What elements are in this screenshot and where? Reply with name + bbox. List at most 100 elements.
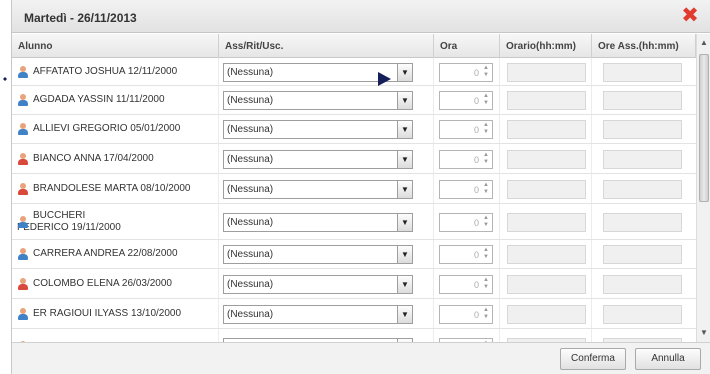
header-ora[interactable]: Ora <box>434 34 500 58</box>
cell-ore-ass <box>592 86 696 114</box>
spinner-arrows-icon[interactable]: ▲▼ <box>481 307 491 322</box>
ora-stepper[interactable]: 0 ▲▼ <box>439 180 493 199</box>
dialog-title: Martedì - 26/11/2013 <box>24 11 137 25</box>
student-name: BRANDOLESE MARTA 08/10/2000 <box>33 182 191 194</box>
table-row: ER RAGIOUI ILYASS 13/10/2000 (Nessuna) ▼… <box>12 299 696 329</box>
ora-stepper[interactable]: 0 ▲▼ <box>439 245 493 264</box>
ora-stepper[interactable]: 0 ▲▼ <box>439 63 493 82</box>
ora-stepper[interactable]: 0 ▲▼ <box>439 91 493 110</box>
cell-orario <box>500 204 592 239</box>
chevron-down-icon[interactable]: ▼ <box>397 92 412 109</box>
chevron-down-icon[interactable]: ▼ <box>397 181 412 198</box>
status-select[interactable]: (Nessuna) ▼ <box>223 305 413 324</box>
student-name: AGDADA YASSIN 11/11/2000 <box>33 94 165 105</box>
status-select[interactable]: (Nessuna) ▼ <box>223 91 413 110</box>
student-name: BIANCO ANNA 17/04/2000 <box>33 152 154 164</box>
status-select-value: (Nessuna) <box>227 67 274 78</box>
cell-ora: 0 ▲▼ <box>434 299 500 328</box>
status-select[interactable]: (Nessuna) ▼ <box>223 213 413 232</box>
status-select-value: (Nessuna) <box>227 249 274 260</box>
ora-value: 0 <box>473 250 479 260</box>
header-alunno[interactable]: Alunno <box>12 34 219 58</box>
spinner-arrows-icon[interactable]: ▲▼ <box>481 277 491 292</box>
cell-alunno: BIANCO ANNA 17/04/2000 <box>12 144 219 173</box>
cell-orario <box>500 86 592 114</box>
dialog-footer: Conferma Annulla <box>12 342 710 374</box>
spinner-arrows-icon[interactable]: ▲▼ <box>481 152 491 167</box>
ora-stepper[interactable]: 0 ▲▼ <box>439 213 493 232</box>
cell-ore-ass <box>592 329 696 342</box>
status-select[interactable]: (Nessuna) ▼ <box>223 245 413 264</box>
cell-ore-ass <box>592 240 696 268</box>
scroll-down-icon[interactable]: ▼ <box>697 326 710 340</box>
table-row: CARRERA ANDREA 22/08/2000 (Nessuna) ▼ 0 … <box>12 240 696 269</box>
student-female-icon <box>17 152 29 165</box>
ore-ass-field <box>603 213 682 232</box>
chevron-down-icon[interactable]: ▼ <box>397 276 412 293</box>
status-select-value: (Nessuna) <box>227 279 274 290</box>
confirm-button[interactable]: Conferma <box>560 348 626 370</box>
chevron-down-icon[interactable]: ▼ <box>397 246 412 263</box>
chevron-down-icon[interactable]: ▼ <box>397 214 412 231</box>
close-x-icon[interactable]: ✖ <box>681 5 699 26</box>
chevron-down-icon[interactable]: ▼ <box>397 151 412 168</box>
cell-ore-ass <box>592 58 696 85</box>
cell-ass-rit-usc: (Nessuna) ▼ <box>219 58 434 85</box>
cell-ore-ass <box>592 174 696 203</box>
scrollbar-thumb[interactable] <box>699 54 709 202</box>
status-select[interactable]: (Nessuna) ▼ <box>223 120 413 139</box>
cell-ore-ass <box>592 115 696 143</box>
cell-alunno: ALLIEVI GREGORIO 05/01/2000 <box>12 115 219 143</box>
cell-ass-rit-usc: (Nessuna) ▼ <box>219 174 434 203</box>
vertical-scrollbar[interactable]: ▲ ▼ <box>696 34 710 342</box>
spinner-arrows-icon[interactable]: ▲▼ <box>481 65 491 80</box>
ora-stepper[interactable]: 0 ▲▼ <box>439 305 493 324</box>
student-female-icon <box>17 182 29 195</box>
orario-field <box>507 305 586 324</box>
student-male-icon <box>17 215 29 228</box>
ore-ass-field <box>603 150 682 169</box>
table-row: AFFATATO JOSHUA 12/11/2000 (Nessuna) ▼ 0… <box>12 58 696 86</box>
cell-alunno: AFFATATO JOSHUA 12/11/2000 <box>12 58 219 85</box>
ora-stepper[interactable]: 0 ▲▼ <box>439 120 493 139</box>
status-select[interactable]: (Nessuna) ▼ <box>223 180 413 199</box>
spinner-arrows-icon[interactable]: ▲▼ <box>481 93 491 108</box>
table-row: BIANCO ANNA 17/04/2000 (Nessuna) ▼ 0 ▲ ▼ <box>12 144 696 174</box>
orario-field <box>507 275 586 294</box>
header-ore-ass[interactable]: Ore Ass.(hh:mm) <box>592 34 696 58</box>
orario-field <box>507 245 586 264</box>
cancel-button[interactable]: Annulla <box>635 348 701 370</box>
scroll-up-icon[interactable]: ▲ <box>697 36 710 50</box>
spinner-arrows-icon[interactable]: ▲▼ <box>481 247 491 262</box>
cell-alunno: BRANDOLESE MARTA 08/10/2000 <box>12 174 219 203</box>
chevron-down-icon[interactable]: ▼ <box>397 64 412 81</box>
header-orario[interactable]: Orario(hh:mm) <box>500 34 592 58</box>
attendance-dialog: Martedì - 26/11/2013 ✖ Alunno Ass/Rit/Us… <box>11 0 710 374</box>
chevron-down-icon[interactable]: ▼ <box>397 306 412 323</box>
student-male-icon <box>17 94 29 106</box>
spinner-arrows-icon[interactable]: ▲▼ <box>481 215 491 230</box>
ora-stepper[interactable]: 0 ▲▼ <box>439 150 493 169</box>
table-row: ALLIEVI GREGORIO 05/01/2000 (Nessuna) ▼ … <box>12 115 696 144</box>
ora-stepper[interactable]: 0 ▲▼ <box>439 275 493 294</box>
attendance-grid: Alunno Ass/Rit/Usc. Ora Orario(hh:mm) Or… <box>12 34 696 342</box>
ore-ass-field <box>603 91 682 110</box>
spinner-arrows-icon[interactable]: ▲▼ <box>481 182 491 197</box>
status-select[interactable]: (Nessuna) ▼ <box>223 150 413 169</box>
cell-ora: 0 ▲▼ <box>434 115 500 143</box>
orario-field <box>507 180 586 199</box>
cell-orario <box>500 115 592 143</box>
student-female-icon <box>17 277 29 290</box>
cell-ass-rit-usc: (Nessuna) ▼ <box>219 269 434 298</box>
status-select[interactable]: (Nessuna) ▼ <box>223 275 413 294</box>
table-row: FEDERICO (Nessuna) ▼ 0 ▲▼ <box>12 329 696 342</box>
orario-field <box>507 150 586 169</box>
chevron-down-icon[interactable]: ▼ <box>397 121 412 138</box>
student-male-icon <box>17 123 29 135</box>
student-male-icon <box>17 248 29 260</box>
spinner-arrows-icon[interactable]: ▲▼ <box>481 122 491 137</box>
header-ass-rit-usc[interactable]: Ass/Rit/Usc. <box>219 34 434 58</box>
cell-ora: 0 ▲▼ <box>434 204 500 239</box>
student-male-icon <box>17 65 29 78</box>
table-row: AGDADA YASSIN 11/11/2000 (Nessuna) ▼ 0 ▲… <box>12 86 696 115</box>
